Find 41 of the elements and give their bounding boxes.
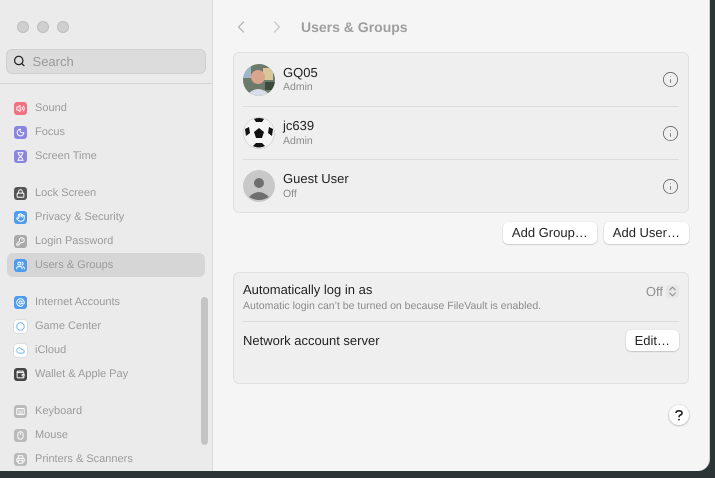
window-control-icon[interactable] (57, 21, 69, 33)
sidebar-item[interactable]: Printers & Scanners (7, 447, 205, 471)
sidebar-item[interactable]: Users & Groups (7, 253, 205, 277)
sidebar-item[interactable]: Mouse (7, 423, 205, 447)
sidebar-item[interactable]: Privacy & Security (7, 205, 205, 229)
sidebar-item[interactable]: Focus (7, 120, 205, 144)
user-role: Off (283, 188, 298, 201)
sidebar-item[interactable]: Screen Time (7, 144, 205, 168)
search-field[interactable]: Search (6, 48, 206, 74)
edit-button[interactable]: Edit… (626, 330, 679, 352)
add-user-button[interactable]: Add User… (604, 222, 689, 244)
help-icon[interactable] (669, 405, 689, 426)
sidebar-item[interactable]: Internet Accounts (7, 290, 205, 314)
user-role: Admin (283, 81, 314, 94)
scrollbar[interactable] (201, 297, 208, 445)
sidebar-item[interactable]: Keyboard (7, 399, 205, 423)
sidebar-item[interactable]: iCloud (7, 338, 205, 362)
user-name: GQ05 (283, 64, 319, 82)
info-icon[interactable] (662, 178, 679, 194)
soccer-ball-icon (243, 117, 275, 149)
window-control-icon[interactable] (37, 21, 49, 33)
user-role: Admin (283, 134, 314, 148)
info-icon[interactable] (662, 71, 679, 88)
up-down-chevron-icon (666, 285, 679, 298)
setting-note: Automatic login can’t be turned on because FileVault is enabled. (243, 300, 542, 314)
search-icon (13, 54, 26, 68)
user-name: Guest User (283, 171, 350, 188)
window-control-icon[interactable] (17, 21, 29, 33)
setting-label: Network account server (243, 332, 381, 350)
info-icon[interactable] (662, 124, 679, 142)
sidebar-item[interactable]: Game Center (7, 314, 205, 338)
user-name: jc639 (283, 118, 316, 135)
search-input[interactable]: Search (32, 52, 199, 72)
setting-label: Automatically log in as (243, 282, 374, 298)
person-icon (243, 170, 275, 202)
add-group-button[interactable]: Add Group… (502, 222, 597, 244)
sidebar-item[interactable]: Login Password (7, 229, 205, 253)
sidebar-item[interactable]: Lock Screen (7, 181, 205, 205)
sidebar-item[interactable]: Wallet & Apple Pay (7, 362, 205, 386)
sidebar-item[interactable]: Sound (7, 96, 205, 120)
window-title: Users & Groups (301, 18, 408, 37)
